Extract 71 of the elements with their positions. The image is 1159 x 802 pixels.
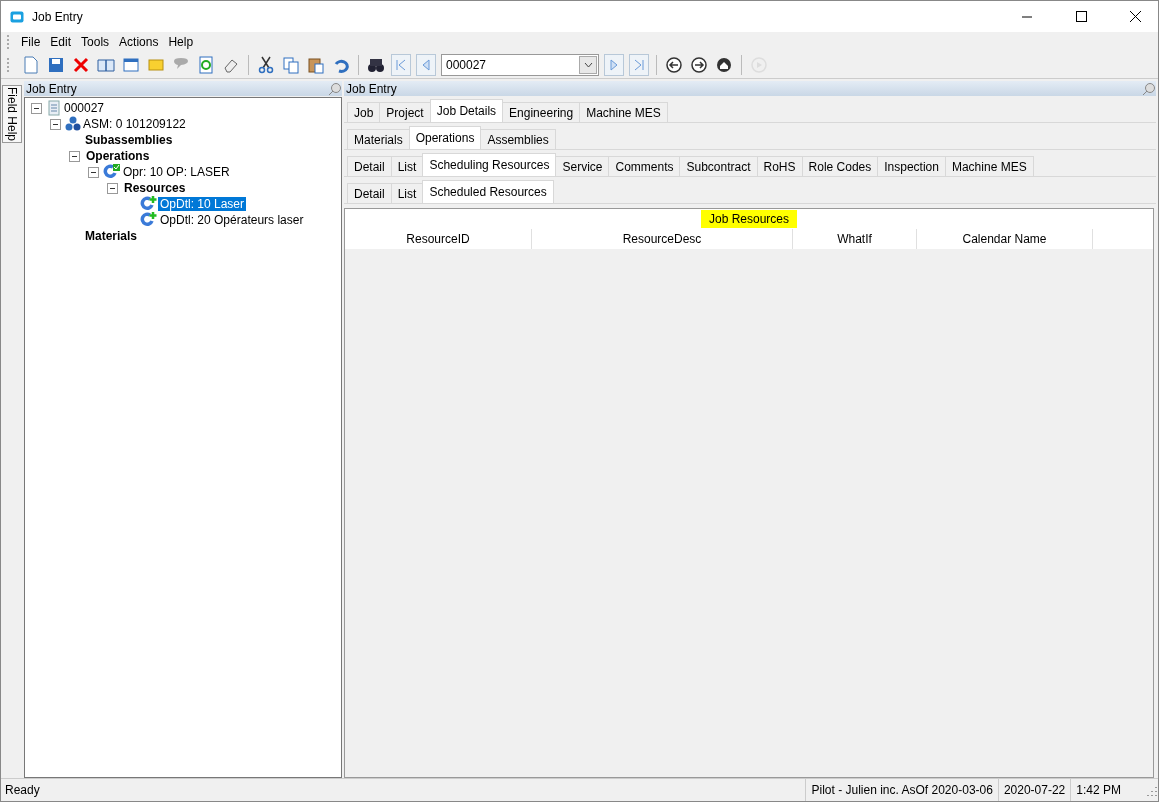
status-pane: Pilot - Julien inc. AsOf 2020-03-06 (805, 779, 998, 801)
column-header[interactable]: Calendar Name (917, 229, 1093, 249)
tab[interactable]: Scheduling Resources (422, 153, 557, 176)
panel-title: Job Entry (346, 81, 397, 96)
triangle-left-icon (421, 59, 431, 71)
side-tab[interactable]: Field Help (2, 85, 22, 143)
refresh-icon[interactable] (197, 56, 215, 74)
maximize-icon[interactable] (1075, 11, 1087, 22)
status-pane: 1:42 PM (1070, 779, 1126, 801)
tab[interactable]: Detail (347, 156, 392, 176)
tree-item[interactable]: 000027 (62, 101, 107, 115)
tab[interactable]: Job Details (429, 99, 504, 122)
menu-item[interactable]: File (16, 35, 46, 49)
menu-item[interactable]: Edit (45, 35, 77, 49)
binoculars-icon[interactable] (367, 56, 385, 74)
gear-plus-icon (140, 212, 158, 228)
tab[interactable]: Engineering (502, 102, 581, 122)
copy-icon[interactable] (282, 56, 300, 74)
close-icon[interactable] (1129, 11, 1141, 22)
tree-item[interactable]: ASM: 0 101209122 (81, 117, 188, 131)
window-title: Job Entry (32, 9, 84, 24)
expand-toggle[interactable] (107, 182, 118, 194)
status-message: Ready (4, 783, 41, 797)
tab[interactable]: Job (347, 102, 381, 122)
triangle-right-icon (609, 59, 619, 71)
tab[interactable]: Inspection (877, 156, 946, 176)
skip-forward-icon (634, 59, 644, 71)
expand-toggle[interactable] (88, 166, 99, 178)
status-pane: 2020-07-22 (997, 779, 1071, 801)
tab[interactable]: Machine MES (579, 102, 668, 122)
column-header[interactable]: ResourceDesc (532, 229, 793, 249)
panel-title: Job Entry (26, 81, 77, 96)
cubes-icon (65, 116, 81, 132)
gear-check-icon (103, 164, 121, 180)
cut-icon[interactable] (257, 56, 275, 74)
record-combo[interactable]: 000027 (441, 54, 599, 76)
tree-item[interactable]: OpDtl: 20 Opérateurs laser (158, 213, 306, 227)
tab[interactable]: Machine MES (944, 156, 1034, 176)
app-icon (10, 10, 24, 23)
tree-item[interactable]: Resources (122, 181, 188, 195)
home-icon[interactable] (715, 56, 733, 74)
expand-toggle[interactable] (31, 102, 42, 114)
grid-title: Job Resources (700, 210, 797, 228)
tree-item[interactable]: Materials (83, 229, 140, 243)
calendar-icon[interactable] (122, 56, 140, 74)
delete-icon[interactable] (72, 56, 90, 74)
tab[interactable]: Detail (347, 183, 392, 203)
tree-item[interactable]: Subassemblies (83, 133, 175, 147)
column-header[interactable]: ResourceID (345, 229, 532, 249)
caret-icon (583, 62, 593, 68)
document-icon (46, 100, 62, 116)
save-icon[interactable] (47, 56, 65, 74)
menu-item[interactable]: Actions (114, 35, 164, 49)
tab[interactable]: Assemblies (480, 129, 556, 149)
expand-toggle[interactable] (69, 150, 80, 162)
tree-item[interactable]: Operations (84, 149, 152, 163)
tab[interactable]: Operations (408, 126, 482, 149)
paste-icon[interactable] (307, 56, 325, 74)
tab[interactable]: Project (379, 102, 431, 122)
new-document-icon[interactable] (22, 56, 40, 74)
tab[interactable]: Materials (347, 129, 410, 149)
column-header[interactable]: WhatIf (793, 229, 917, 249)
skip-back-icon (396, 59, 406, 71)
tab[interactable]: Scheduled Resources (422, 180, 554, 203)
tree-item[interactable]: OpDtl: 10 Laser (158, 197, 247, 211)
gear-plus-icon (140, 196, 158, 212)
tree-item[interactable]: Opr: 10 OP: LASER (121, 165, 232, 179)
expand-toggle[interactable] (50, 118, 61, 130)
menu-item[interactable]: Tools (76, 35, 115, 49)
book-icon[interactable] (97, 56, 115, 74)
menu-item[interactable]: Help (163, 35, 199, 49)
